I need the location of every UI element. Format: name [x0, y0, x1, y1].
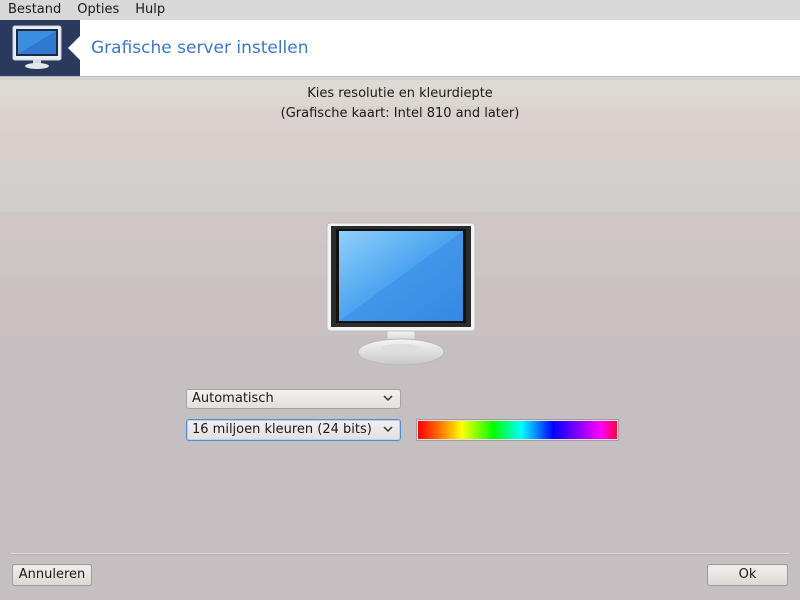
menu-opties-label: Opties	[77, 2, 120, 17]
color-spectrum-gradient	[418, 421, 617, 439]
header-notch	[68, 36, 80, 60]
intro-line-1: Kies resolutie en kleurdiepte	[307, 86, 493, 101]
menu-hulp-label: Hulp	[135, 2, 166, 17]
cancel-button[interactable]: Annuleren	[12, 564, 92, 586]
chevron-down-icon	[383, 395, 393, 402]
resolution-selected: Automatisch	[192, 391, 274, 406]
intro-line-2: (Grafische kaart: Intel 810 and later)	[280, 106, 520, 121]
menu-bar: Bestand Opties Hulp	[0, 0, 800, 21]
chevron-down-icon	[383, 426, 393, 433]
color-spectrum-preview	[416, 419, 619, 441]
monitor-illustration-icon	[326, 222, 476, 366]
menu-opties[interactable]: Opties	[69, 0, 127, 20]
monitor-icon	[12, 25, 62, 69]
bottom-separator	[10, 553, 790, 555]
resolution-dropdown[interactable]: Automatisch	[186, 389, 401, 409]
menu-hulp[interactable]: Hulp	[127, 0, 173, 20]
color-depth-selected: 16 miljoen kleuren (24 bits)	[192, 422, 372, 437]
color-depth-dropdown[interactable]: 16 miljoen kleuren (24 bits)	[186, 419, 401, 441]
menu-bestand-label: Bestand	[8, 2, 62, 17]
ok-button[interactable]: Ok	[707, 564, 788, 586]
page-title: Grafische server instellen	[91, 38, 309, 58]
header-banner: Grafische server instellen	[0, 20, 800, 77]
menu-bestand[interactable]: Bestand	[0, 0, 69, 20]
